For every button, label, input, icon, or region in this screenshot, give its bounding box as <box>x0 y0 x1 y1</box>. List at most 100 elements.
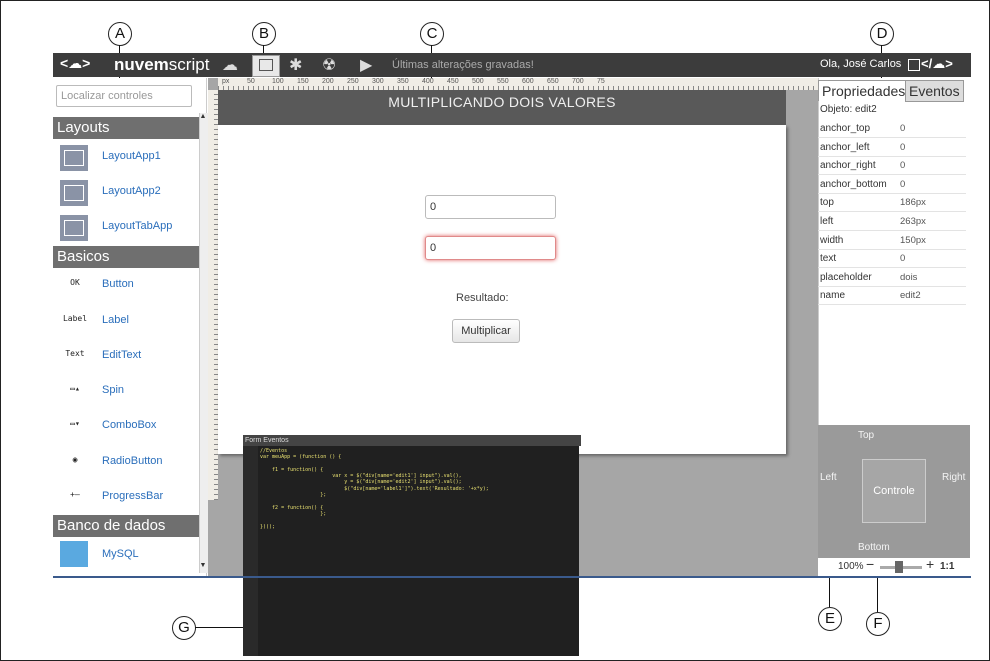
property-row-left[interactable]: left 263px <box>818 213 966 231</box>
search-controls-input[interactable]: Localizar controles <box>56 85 192 107</box>
property-value[interactable]: 0 <box>900 120 905 137</box>
user-checkbox[interactable] <box>908 59 920 71</box>
edit1-input[interactable]: 0 <box>425 195 556 219</box>
list-item-spin[interactable]: ▭▴ Spin <box>53 374 199 410</box>
ruler-tick-label: px <box>222 78 230 85</box>
brand-bold: nuvem <box>114 55 169 74</box>
property-row-width[interactable]: width 150px <box>818 232 966 250</box>
property-key: left <box>820 216 834 227</box>
controls-scrollbar[interactable] <box>199 113 208 573</box>
vertical-ruler <box>208 90 218 500</box>
list-item-button[interactable]: OK Button <box>53 268 199 304</box>
property-value[interactable]: 186px <box>900 194 926 211</box>
edit2-input[interactable]: 0 <box>425 236 556 260</box>
item-label: EditText <box>102 349 142 361</box>
property-row-placeholder[interactable]: placeholder dois <box>818 269 966 287</box>
property-row-text[interactable]: text 0 <box>818 250 966 269</box>
selected-object: Objeto: edit2 <box>820 104 877 115</box>
cloud-logo-right[interactable]: </☁> <box>921 56 953 72</box>
property-row-top[interactable]: top 186px <box>818 194 966 213</box>
gear-icon[interactable]: ✱ <box>289 55 302 75</box>
property-value[interactable]: edit2 <box>900 287 921 304</box>
anchor-right[interactable]: Right <box>942 472 965 483</box>
property-key: name <box>820 290 846 302</box>
save-status: Últimas alterações gravadas! <box>392 59 534 71</box>
callout-g: G <box>172 616 196 640</box>
item-label: Spin <box>102 384 125 396</box>
ruler-tick-label: 600 <box>522 78 534 85</box>
property-value[interactable]: 0 <box>900 157 905 174</box>
zoom-slider-handle[interactable] <box>895 561 904 573</box>
scroll-down-icon[interactable]: ▼ <box>199 562 207 572</box>
zoom-reset[interactable]: 1:1 <box>940 561 954 572</box>
ruler-tick-label: 450 <box>447 78 459 85</box>
callout-c: C <box>420 22 444 46</box>
anchor-top[interactable]: Top <box>858 430 874 441</box>
property-key: width <box>820 234 844 246</box>
tab-eventos[interactable]: Eventos <box>905 80 964 102</box>
property-row-anchor-bottom[interactable]: anchor_bottom 0 <box>818 176 966 194</box>
layout-thumb-icon <box>60 180 88 206</box>
property-value[interactable]: 0 <box>900 176 905 193</box>
section-layouts[interactable]: Layouts <box>53 117 203 139</box>
callout-f: F <box>866 612 890 636</box>
property-key: anchor_right <box>820 160 876 172</box>
item-label: LayoutTabApp <box>102 220 173 232</box>
property-row-anchor-top[interactable]: anchor_top 0 <box>818 120 966 138</box>
ruler-tick-label: 700 <box>572 78 584 85</box>
property-key: anchor_bottom <box>820 178 887 190</box>
progressbar-glyph-icon: +— <box>70 490 80 499</box>
callout-a: A <box>108 22 132 46</box>
ruler-tick-label: 300 <box>372 78 384 85</box>
list-item-label[interactable]: Label Label <box>53 304 199 340</box>
ruler-tick-label: 550 <box>497 78 509 85</box>
tab-propriedades[interactable]: Propriedades <box>818 80 910 101</box>
property-row-anchor-right[interactable]: anchor_right 0 <box>818 157 966 176</box>
editor-code[interactable]: //Eventos var meuApp = (function () { f1… <box>260 448 489 530</box>
section-basicos[interactable]: Basicos <box>53 246 203 268</box>
anchor-control-box: Controle <box>862 459 926 523</box>
list-item-mysql[interactable]: MySQL <box>53 538 199 574</box>
layout-icon <box>259 59 273 71</box>
ruler-tick-label: 400 <box>422 78 434 85</box>
item-label: ComboBox <box>102 419 157 431</box>
brand-rest: script <box>168 55 210 74</box>
layout-thumb-icon <box>60 215 88 241</box>
form-title: MULTIPLICANDO DOIS VALORES <box>388 94 616 110</box>
zoom-out-icon[interactable]: − <box>866 556 874 572</box>
ruler-tick-label: 75 <box>597 78 605 85</box>
play-icon[interactable]: ▶ <box>360 55 372 75</box>
property-value[interactable]: 263px <box>900 213 926 230</box>
property-row-anchor-left[interactable]: anchor_left 0 <box>818 139 966 157</box>
zoom-in-icon[interactable]: + <box>926 556 934 572</box>
radiation-icon[interactable]: ☢ <box>322 55 336 75</box>
scroll-up-icon[interactable]: ▲ <box>199 113 207 123</box>
property-value[interactable]: dois <box>900 269 917 286</box>
list-item-radiobutton[interactable]: ◉ RadioButton <box>53 445 199 481</box>
list-item-layouttabapp[interactable]: LayoutTabApp <box>53 210 199 246</box>
property-key: top <box>820 197 834 209</box>
ruler-tick-label: 150 <box>297 78 309 85</box>
list-item-layoutapp1[interactable]: LayoutApp1 <box>53 140 199 176</box>
editor-tab[interactable]: Form Eventos <box>243 435 581 446</box>
item-label: MySQL <box>102 548 139 560</box>
multiply-button[interactable]: Multiplicar <box>452 319 520 343</box>
property-row-name[interactable]: name edit2 <box>818 287 966 306</box>
list-item-progressbar[interactable]: +— ProgressBar <box>53 480 199 516</box>
property-value[interactable]: 150px <box>900 232 926 249</box>
user-greeting[interactable]: Ola, José Carlos <box>820 58 901 70</box>
ruler-tick-label: 500 <box>472 78 484 85</box>
callout-f-line <box>877 575 878 612</box>
anchor-left[interactable]: Left <box>820 472 837 483</box>
radio-glyph-icon: ◉ <box>72 455 78 464</box>
anchor-bottom[interactable]: Bottom <box>858 542 890 553</box>
section-banco-de-dados[interactable]: Banco de dados <box>53 515 203 537</box>
list-item-layoutapp2[interactable]: LayoutApp2 <box>53 175 199 211</box>
list-item-edittext[interactable]: Text EditText <box>53 339 199 375</box>
property-value[interactable]: 0 <box>900 250 905 267</box>
list-item-combobox[interactable]: ▭▾ ComboBox <box>53 409 199 445</box>
cloud-logo-left[interactable]: <☁> <box>60 55 90 72</box>
property-key: anchor_top <box>820 123 871 134</box>
cloud-icon[interactable]: ☁ <box>222 55 238 75</box>
property-value[interactable]: 0 <box>900 139 905 156</box>
